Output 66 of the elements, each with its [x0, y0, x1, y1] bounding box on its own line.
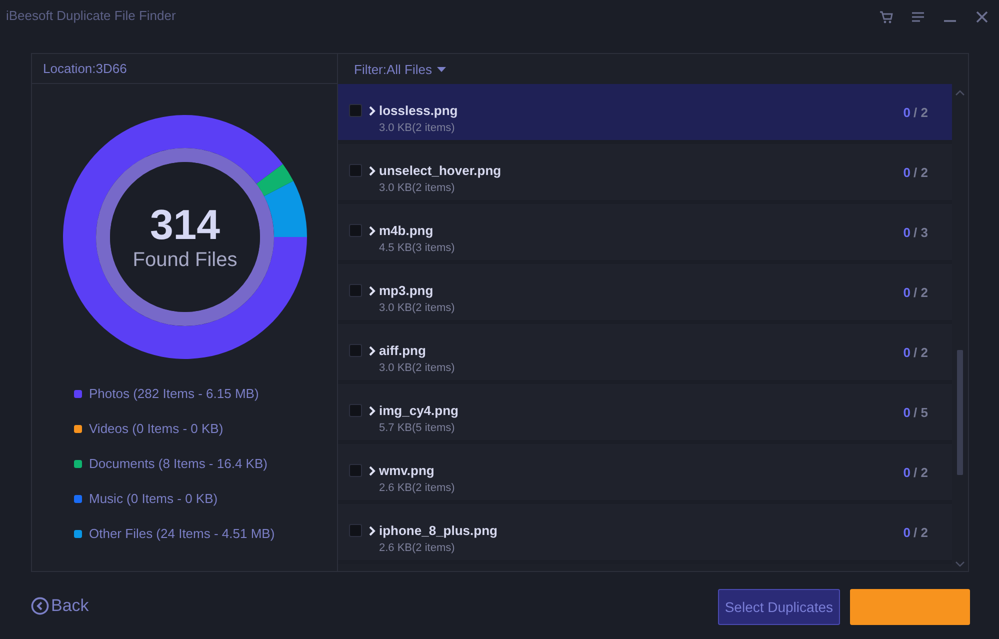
chevron-icon[interactable] — [368, 286, 376, 296]
menu-icon[interactable] — [911, 10, 925, 24]
cart-icon[interactable] — [879, 10, 893, 24]
checkbox[interactable] — [349, 404, 362, 417]
file-name: m4b.png — [379, 223, 434, 239]
checkbox[interactable] — [349, 344, 362, 357]
scroll-up-icon[interactable] — [955, 90, 965, 96]
selected-count: 0 — [903, 525, 911, 540]
total-count: / 2 — [914, 165, 928, 180]
total-count: / 2 — [914, 465, 928, 480]
filter-dropdown[interactable]: Filter:All Files — [354, 62, 446, 76]
file-size: 3.0 KB(2 items) — [379, 181, 456, 195]
selected-count: 0 — [903, 405, 911, 420]
checkbox[interactable] — [349, 104, 362, 117]
scroll-down-icon[interactable] — [955, 561, 965, 567]
file-name: aiff.png — [379, 343, 427, 359]
total-count: / 2 — [914, 105, 928, 120]
selected-count: 0 — [903, 165, 911, 180]
file-name: iphone_8_plus.png — [379, 523, 498, 539]
file-name: img_cy4.png — [379, 403, 458, 419]
selected-count: 0 — [903, 285, 911, 300]
window-title: iBeesoft Duplicate File Finder — [6, 8, 176, 23]
checkbox[interactable] — [349, 284, 362, 297]
back-link[interactable]: Back — [31, 596, 89, 616]
file-name: lossless.png — [379, 103, 458, 119]
chevron-icon[interactable] — [368, 466, 376, 476]
location-label: Location:3D66 — [43, 61, 127, 76]
checkbox[interactable] — [349, 464, 362, 477]
legend-label: Music (0 Items - 0 KB) — [89, 491, 218, 507]
total-count: / 5 — [914, 405, 928, 420]
checkbox[interactable] — [349, 164, 362, 177]
file-name: mp3.png — [379, 283, 434, 299]
total-count: / 3 — [914, 225, 928, 240]
legend-label: Videos (0 Items - 0 KB) — [89, 421, 224, 437]
total-count: / 2 — [914, 285, 928, 300]
chevron-icon[interactable] — [368, 106, 376, 116]
caret-icon — [437, 66, 446, 72]
file-size: 5.7 KB(5 items) — [379, 421, 456, 435]
checkbox[interactable] — [349, 224, 362, 237]
chevron-icon[interactable] — [368, 226, 376, 236]
legend-label: Photos (282 Items - 6.15 MB) — [89, 386, 259, 402]
selected-count: 0 — [903, 465, 911, 480]
legend-label: Other Files (24 Items - 4.51 MB) — [89, 526, 275, 542]
chevron-icon[interactable] — [368, 526, 376, 536]
file-size: 2.6 KB(2 items) — [379, 541, 456, 555]
total-count: / 2 — [914, 525, 928, 540]
selected-count: 0 — [903, 345, 911, 360]
back-icon — [31, 597, 49, 615]
checkbox[interactable] — [349, 524, 362, 537]
file-size: 3.0 KB(2 items) — [379, 121, 456, 135]
file-size: 3.0 KB(2 items) — [379, 301, 455, 315]
selected-count: 0 — [903, 105, 911, 120]
file-size: 4.5 KB(3 items) — [379, 241, 455, 255]
file-size: 2.6 KB(2 items) — [379, 481, 455, 495]
selected-count: 0 — [903, 225, 911, 240]
chevron-icon[interactable] — [368, 166, 376, 176]
chevron-icon[interactable] — [368, 406, 376, 416]
found-count: 314 — [150, 202, 220, 246]
close-icon[interactable] — [975, 10, 989, 24]
total-count: / 2 — [914, 345, 928, 360]
found-label: Found Files — [132, 248, 238, 272]
file-name: wmv.png — [379, 463, 436, 479]
legend-label: Documents (8 Items - 16.4 KB) — [89, 456, 268, 472]
file-name: unselect_hover.png — [379, 163, 502, 179]
chevron-icon[interactable] — [368, 346, 376, 356]
file-size: 3.0 KB(2 items) — [379, 361, 455, 375]
